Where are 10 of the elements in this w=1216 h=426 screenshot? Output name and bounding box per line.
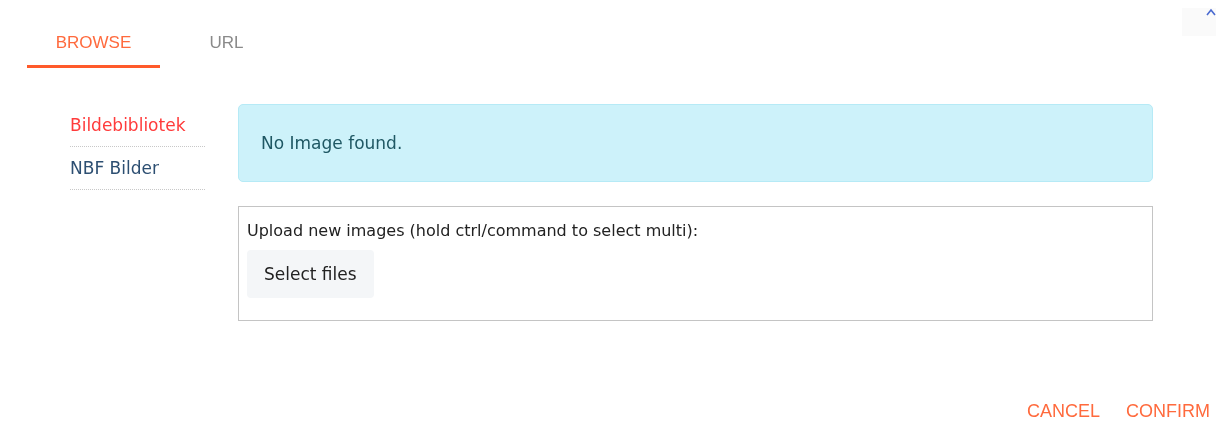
upload-label: Upload new images (hold ctrl/command to select multi):: [247, 221, 700, 240]
select-files-button[interactable]: Select files: [247, 250, 374, 298]
footer-button[interactable]: CANCEL: [1026, 396, 1100, 426]
sidebar-item[interactable]: Bildebibliotek: [70, 104, 205, 147]
alert-message: No Image found.: [261, 133, 403, 153]
caret-icon[interactable]: [1206, 8, 1216, 16]
tab[interactable]: BROWSE: [27, 20, 160, 68]
tab[interactable]: URL: [160, 20, 293, 68]
footer-button[interactable]: CONFIRM: [1126, 396, 1210, 426]
sidebar-item[interactable]: NBF Bilder: [70, 147, 205, 190]
